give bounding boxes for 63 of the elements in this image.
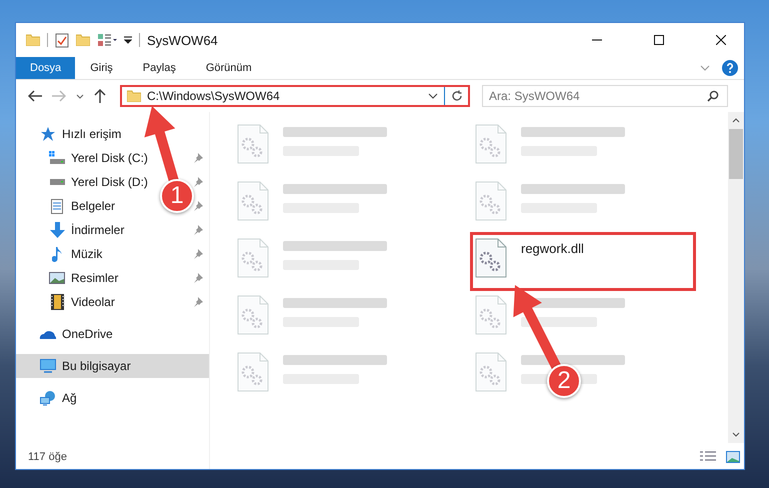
pin-icon[interactable] bbox=[193, 177, 203, 187]
view-options-icon[interactable] bbox=[97, 33, 117, 47]
search-icon bbox=[707, 90, 719, 102]
ribbon-tab[interactable]: Giriş bbox=[75, 57, 128, 79]
address-dropdown-icon[interactable] bbox=[428, 93, 438, 99]
sidebar-item[interactable]: Belgeler bbox=[47, 198, 116, 214]
search-field[interactable]: Ara: SysWOW64 bbox=[482, 85, 728, 107]
sidebar-item[interactable]: Müzik bbox=[47, 246, 102, 262]
details-view-icon[interactable] bbox=[700, 451, 716, 463]
document-icon bbox=[51, 198, 63, 214]
sidebar-item[interactable]: Hızlı erişim bbox=[16, 122, 209, 146]
address-path: C:\Windows\SysWOW64 bbox=[147, 89, 281, 103]
file-name: regwork.dll bbox=[521, 241, 584, 256]
large-icons-view-icon[interactable] bbox=[726, 451, 740, 463]
pin-icon[interactable] bbox=[193, 273, 203, 283]
back-arrow-icon[interactable] bbox=[28, 90, 42, 102]
address-bar[interactable]: C:\Windows\SysWOW64 bbox=[120, 85, 470, 107]
sidebar-item[interactable]: Ağ bbox=[16, 386, 209, 410]
close-icon bbox=[716, 35, 726, 45]
sidebar-item[interactable]: Yerel Disk (C:) bbox=[47, 151, 148, 165]
pin-icon[interactable] bbox=[193, 297, 203, 307]
help-icon[interactable] bbox=[722, 60, 738, 76]
ribbon-tab[interactable]: Dosya bbox=[16, 57, 76, 79]
scrollbar-thumb[interactable] bbox=[729, 129, 743, 179]
new-folder-icon[interactable] bbox=[76, 34, 90, 46]
pin-icon[interactable] bbox=[193, 153, 203, 163]
folder-icon[interactable] bbox=[26, 34, 40, 46]
scroll-down-icon[interactable] bbox=[732, 432, 740, 437]
forward-arrow-icon[interactable] bbox=[52, 90, 66, 102]
sidebar-item[interactable]: OneDrive bbox=[16, 322, 209, 346]
music-note-icon bbox=[52, 246, 62, 262]
file-item[interactable]: regwork.dll bbox=[470, 232, 696, 291]
scroll-up-icon[interactable] bbox=[732, 118, 740, 123]
sidebar-item[interactable]: İndirmeler bbox=[47, 222, 124, 238]
pin-icon[interactable] bbox=[193, 225, 203, 235]
recent-dropdown-icon[interactable] bbox=[76, 94, 84, 98]
sidebar-item[interactable]: Yerel Disk (D:) bbox=[47, 175, 148, 189]
pin-icon[interactable] bbox=[193, 249, 203, 259]
system-drive-icon bbox=[49, 151, 65, 165]
down-arrow-icon bbox=[50, 222, 64, 238]
refresh-icon bbox=[450, 90, 462, 102]
sidebar-item[interactable]: Resimler bbox=[47, 271, 118, 285]
cloud-icon bbox=[39, 329, 57, 339]
expand-ribbon-icon[interactable] bbox=[700, 65, 710, 71]
folder-icon bbox=[127, 90, 141, 102]
film-icon bbox=[50, 294, 64, 310]
vertical-scrollbar[interactable] bbox=[728, 112, 744, 443]
window-title: SysWOW64 bbox=[147, 32, 218, 48]
sidebar-item[interactable]: Bu bilgisayar bbox=[16, 354, 209, 378]
pin-icon[interactable] bbox=[193, 201, 203, 211]
up-arrow-icon[interactable] bbox=[94, 89, 106, 103]
ribbon-tab[interactable]: Görünüm bbox=[190, 57, 267, 79]
item-count: 117 öğe bbox=[27, 451, 68, 463]
star-icon bbox=[41, 127, 55, 141]
sidebar-item[interactable]: Videolar bbox=[47, 294, 115, 310]
ribbon-tab[interactable]: Paylaş bbox=[128, 57, 191, 79]
network-globe-icon bbox=[40, 390, 56, 406]
maximize-icon bbox=[654, 35, 664, 45]
picture-icon bbox=[49, 272, 65, 284]
properties-check-icon[interactable] bbox=[55, 32, 69, 48]
drive-icon bbox=[49, 179, 65, 185]
monitor-icon bbox=[40, 359, 56, 373]
customize-dropdown-icon[interactable] bbox=[124, 36, 132, 44]
